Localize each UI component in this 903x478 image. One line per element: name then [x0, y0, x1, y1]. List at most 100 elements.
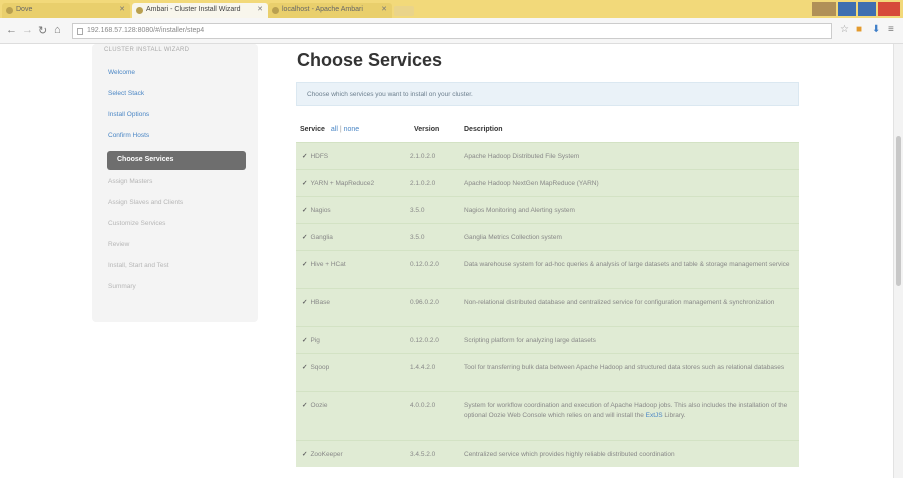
sidebar-item-confirm-hosts[interactable]: Confirm Hosts: [108, 132, 149, 139]
version-column-header: Version: [414, 126, 440, 133]
checkmark-icon: ✓: [302, 153, 308, 160]
service-version: 3.5.0: [410, 207, 425, 214]
close-tab-icon[interactable]: ✕: [381, 5, 387, 13]
service-description: Tool for transferring bulk data between …: [464, 364, 785, 371]
sidebar-item-customize-services: Customize Services: [108, 220, 166, 227]
service-column-header: Service all | none: [300, 126, 359, 133]
description-text: System for workflow coordination and exe…: [464, 402, 788, 419]
sidebar-item-install-start-test: Install, Start and Test: [108, 262, 169, 269]
service-checkbox[interactable]: ✓ HBase: [302, 298, 330, 308]
back-arrow-icon[interactable]: ←: [6, 24, 17, 36]
star-icon[interactable]: ☆: [840, 24, 849, 35]
download-icon[interactable]: ⬇: [872, 24, 880, 35]
service-name: HDFS: [310, 153, 329, 160]
user-profile-button[interactable]: [812, 2, 836, 16]
table-row: ✓ HBase 0.96.0.2.0 Non-relational distrib…: [296, 288, 799, 326]
browser-tab-active[interactable]: Ambari - Cluster Install Wizard ✕: [132, 3, 268, 18]
sidebar-item-assign-masters: Assign Masters: [108, 178, 153, 185]
select-all-link[interactable]: all: [331, 126, 338, 133]
service-checkbox[interactable]: ✓ ZooKeeper: [302, 450, 343, 460]
minimize-button[interactable]: [838, 2, 856, 16]
service-description: Ganglia Metrics Collection system: [464, 234, 562, 241]
home-icon[interactable]: ⌂: [54, 24, 61, 36]
scrollbar-thumb[interactable]: [896, 136, 901, 286]
browser-tab-bar: Dove ✕ Ambari - Cluster Install Wizard ✕…: [0, 0, 903, 18]
page-icon: [77, 28, 83, 35]
service-checkbox[interactable]: ✓ Sqoop: [302, 363, 329, 373]
service-name: Hive + HCat: [310, 261, 346, 268]
service-description: System for workflow coordination and exe…: [464, 401, 794, 421]
instructions-text: Choose which services you want to instal…: [307, 91, 473, 98]
select-separator: |: [339, 126, 342, 133]
instructions-box: Choose which services you want to instal…: [296, 82, 799, 106]
maximize-button[interactable]: [858, 2, 876, 16]
service-checkbox[interactable]: ✓ Hive + HCat: [302, 260, 346, 270]
checkmark-icon: ✓: [302, 180, 308, 187]
page-title: Choose Services: [297, 50, 443, 70]
forward-arrow-icon[interactable]: →: [22, 24, 33, 36]
ambari-favicon-icon: [136, 7, 143, 14]
service-name: HBase: [310, 299, 330, 306]
close-tab-icon[interactable]: ✕: [119, 5, 125, 13]
service-checkbox[interactable]: ✓ HDFS: [302, 152, 328, 162]
sidebar-item-assign-slaves: Assign Slaves and Clients: [108, 199, 184, 206]
table-row: ✓ HDFS 2.1.0.2.0 Apache Hadoop Distribute…: [296, 142, 799, 169]
sidebar-item-install-options[interactable]: Install Options: [108, 111, 149, 118]
sidebar-item-label: Choose Services: [117, 156, 174, 163]
service-description: Non-relational distributed database and …: [464, 299, 775, 306]
browser-tab[interactable]: localhost - Apache Ambari ✕: [268, 3, 392, 18]
table-row: ✓ Hive + HCat 0.12.0.2.0 Data warehouse s…: [296, 250, 799, 288]
new-tab-button[interactable]: [394, 6, 414, 16]
service-checkbox[interactable]: ✓ Oozie: [302, 401, 327, 411]
close-window-button[interactable]: [878, 2, 900, 16]
service-checkbox[interactable]: ✓ Ganglia: [302, 233, 333, 243]
service-version: 0.12.0.2.0: [410, 261, 439, 268]
table-row: ✓ Oozie 4.0.0.2.0 System for workflow coo…: [296, 391, 799, 440]
service-description: Apache Hadoop Distributed File System: [464, 153, 580, 160]
table-row: ✓ Nagios 3.5.0 Nagios Monitoring and Aler…: [296, 196, 799, 223]
checkmark-icon: ✓: [302, 299, 308, 306]
sidebar-title: CLUSTER INSTALL WIZARD: [104, 47, 190, 53]
service-description: Nagios Monitoring and Alerting system: [464, 207, 575, 214]
table-row: ✓ Pig 0.12.0.2.0 Scripting platform for a…: [296, 326, 799, 353]
wizard-sidebar: CLUSTER INSTALL WIZARD Welcome Select St…: [92, 44, 258, 322]
sidebar-item-choose-services[interactable]: Choose Services: [107, 151, 246, 170]
page-favicon-icon: [6, 7, 13, 14]
menu-icon[interactable]: ≡: [888, 24, 894, 35]
service-description: Data warehouse system for ad-hoc queries…: [464, 261, 790, 268]
table-row: ✓ ZooKeeper 3.4.5.2.0 Centralized service…: [296, 440, 799, 467]
checkmark-icon: ✓: [302, 261, 308, 268]
service-checkbox[interactable]: ✓ Nagios: [302, 206, 331, 216]
service-checkbox[interactable]: ✓ Pig: [302, 336, 320, 346]
page-favicon-icon: [272, 7, 279, 14]
service-name: Nagios: [310, 207, 331, 214]
service-checkbox[interactable]: ✓ YARN + MapReduce2: [302, 179, 374, 189]
checkmark-icon: ✓: [302, 207, 308, 214]
extension-icon[interactable]: ■: [856, 24, 862, 35]
page-scrollbar[interactable]: [893, 44, 903, 478]
service-header-label: Service: [300, 126, 325, 133]
close-tab-icon[interactable]: ✕: [257, 5, 263, 13]
address-bar[interactable]: 192.168.57.128:8080/#/installer/step4: [72, 23, 832, 39]
extjs-link[interactable]: ExtJS: [646, 412, 663, 419]
service-name: YARN + MapReduce2: [310, 180, 375, 187]
service-name: Oozie: [310, 402, 328, 409]
browser-toolbar: ← → ↻ ⌂ 192.168.57.128:8080/#/installer/…: [0, 18, 903, 44]
reload-icon[interactable]: ↻: [38, 24, 47, 37]
address-text: 192.168.57.128:8080/#/installer/step4: [87, 27, 205, 34]
service-version: 0.12.0.2.0: [410, 337, 439, 344]
checkmark-icon: ✓: [302, 402, 308, 409]
sidebar-item-welcome[interactable]: Welcome: [108, 69, 135, 76]
sidebar-item-select-stack[interactable]: Select Stack: [108, 90, 144, 97]
service-name: ZooKeeper: [310, 451, 343, 458]
service-name: Ganglia: [310, 234, 333, 241]
select-none-link[interactable]: none: [344, 126, 360, 133]
browser-tab[interactable]: Dove ✕: [2, 3, 130, 18]
service-name: Pig: [310, 337, 320, 344]
service-description: Scripting platform for analyzing large d…: [464, 337, 596, 344]
service-version: 3.5.0: [410, 234, 425, 241]
service-description: Centralized service which provides highl…: [464, 451, 675, 458]
sidebar-item-summary: Summary: [108, 283, 136, 290]
table-row: ✓ YARN + MapReduce2 2.1.0.2.0 Apache Hado…: [296, 169, 799, 196]
service-version: 2.1.0.2.0: [410, 153, 436, 160]
